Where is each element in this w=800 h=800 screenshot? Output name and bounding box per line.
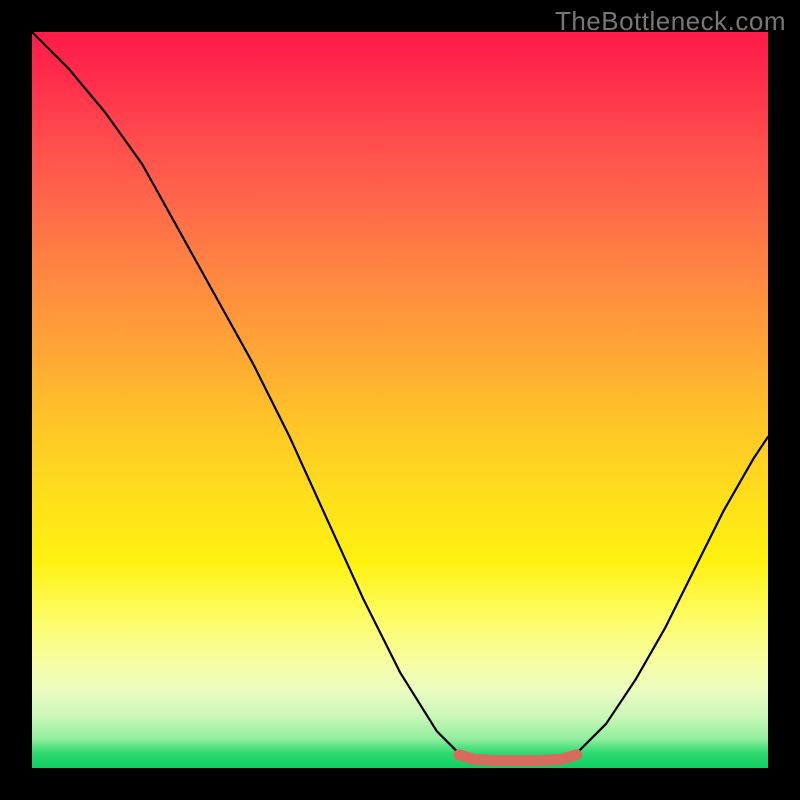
optimal-band: [459, 755, 577, 761]
chart-frame: TheBottleneck.com: [0, 0, 800, 800]
watermark-text: TheBottleneck.com: [555, 6, 786, 37]
curve-layer: [32, 32, 768, 768]
plot-area: [32, 32, 768, 768]
bottleneck-curve: [32, 32, 768, 761]
